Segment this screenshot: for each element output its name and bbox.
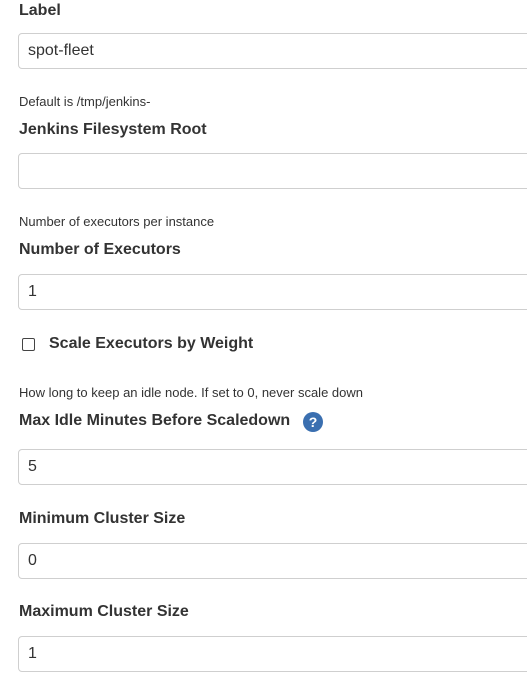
spot-fleet-config-form: Label Default is /tmp/jenkins- Jenkins F… bbox=[0, 0, 527, 685]
min-cluster-title: Minimum Cluster Size bbox=[19, 510, 186, 527]
help-icon[interactable]: ? bbox=[303, 412, 323, 432]
min-cluster-input[interactable] bbox=[18, 543, 527, 579]
fs-root-input[interactable] bbox=[18, 153, 527, 189]
max-idle-input[interactable] bbox=[18, 449, 527, 485]
fs-root-title: Jenkins Filesystem Root bbox=[19, 121, 207, 138]
scale-by-weight-checkbox[interactable] bbox=[22, 337, 35, 351]
max-cluster-title: Maximum Cluster Size bbox=[19, 603, 189, 620]
label-input[interactable] bbox=[18, 33, 527, 69]
max-idle-description: How long to keep an idle node. If set to… bbox=[19, 385, 363, 400]
label-field-title: Label bbox=[19, 2, 61, 19]
scale-by-weight-row[interactable]: Scale Executors by Weight bbox=[22, 334, 253, 354]
executors-title: Number of Executors bbox=[19, 241, 181, 258]
scale-by-weight-label[interactable]: Scale Executors by Weight bbox=[49, 335, 253, 353]
executors-input[interactable] bbox=[18, 274, 527, 310]
fs-root-description: Default is /tmp/jenkins- bbox=[19, 94, 151, 109]
max-idle-title: Max Idle Minutes Before Scaledown bbox=[19, 412, 291, 429]
executors-description: Number of executors per instance bbox=[19, 214, 215, 229]
max-cluster-input[interactable] bbox=[18, 636, 527, 672]
